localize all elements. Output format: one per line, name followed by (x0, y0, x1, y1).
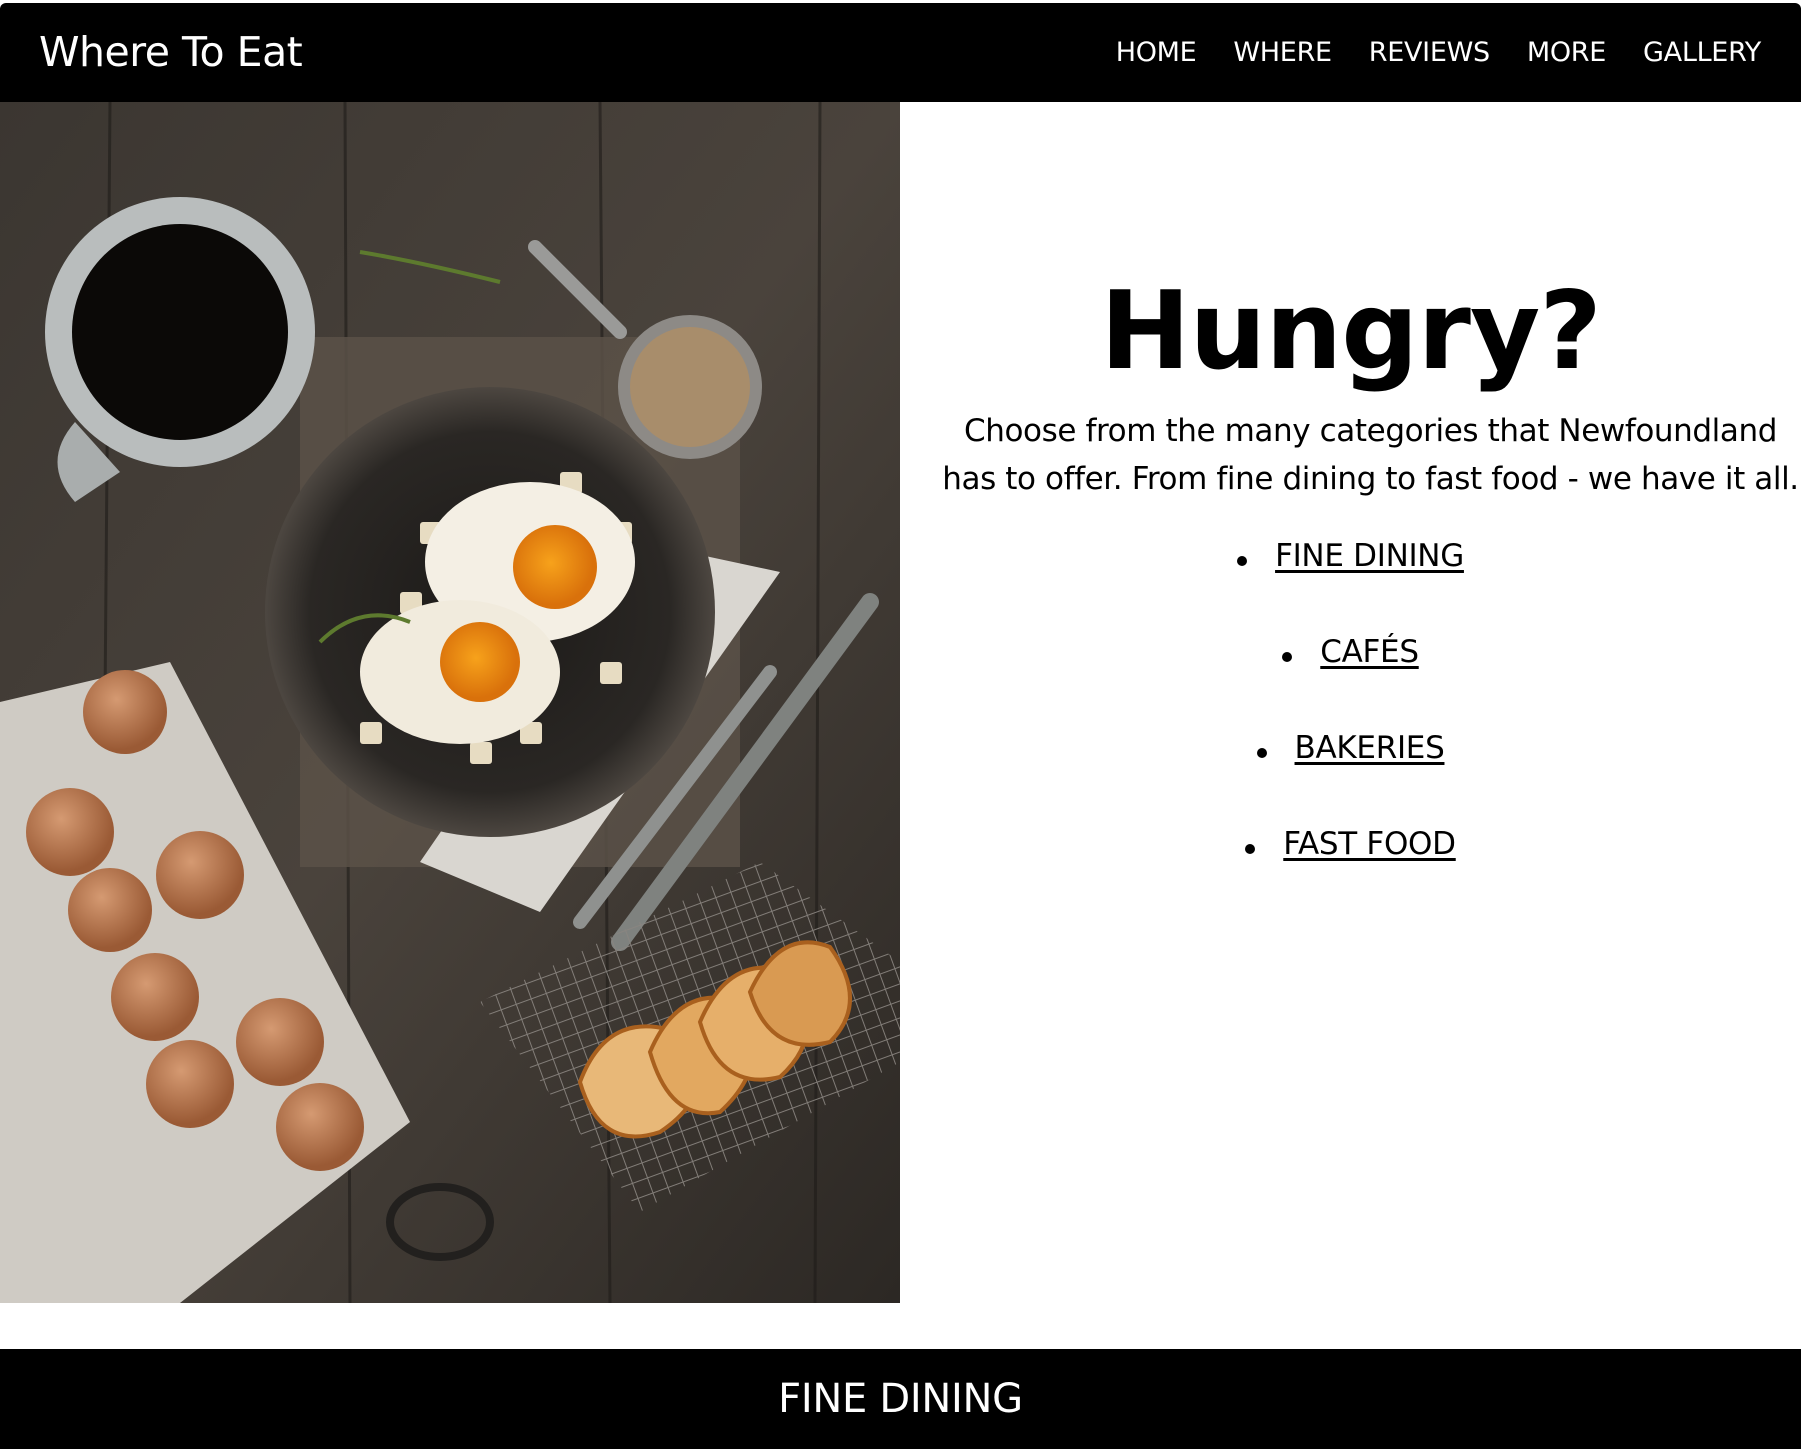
hero-breakfast-photo (0, 102, 900, 1303)
nav-link-where[interactable]: WHERE (1233, 37, 1332, 68)
category-link-fine-dining[interactable]: FINE DINING (1275, 538, 1464, 574)
section-title: FINE DINING (778, 1376, 1023, 1422)
category-list: FINE DINING CAFÉS BAKERIES FAST FOOD (900, 538, 1801, 922)
list-item: FINE DINING (900, 538, 1801, 634)
list-item: CAFÉS (900, 634, 1801, 730)
nav-link-home[interactable]: HOME (1116, 37, 1197, 68)
nav-link-more[interactable]: MORE (1527, 37, 1606, 68)
category-link-bakeries[interactable]: BAKERIES (1295, 730, 1445, 766)
top-navbar: Where To Eat HOME WHERE REVIEWS MORE GAL… (0, 3, 1801, 102)
list-item: FAST FOOD (900, 826, 1801, 922)
bullet-icon (1245, 844, 1256, 854)
nav-links: HOME WHERE REVIEWS MORE GALLERY (1079, 3, 1762, 102)
nav-link-reviews[interactable]: REVIEWS (1369, 37, 1490, 68)
bullet-icon (1237, 556, 1248, 566)
nav-link-gallery[interactable]: GALLERY (1643, 37, 1761, 68)
list-item: BAKERIES (900, 730, 1801, 826)
category-link-fast-food[interactable]: FAST FOOD (1283, 826, 1456, 862)
hero-content: Hungry? Choose from the many categories … (900, 102, 1801, 1303)
hero-description: Choose from the many categories that New… (942, 413, 1799, 497)
category-link-cafes[interactable]: CAFÉS (1320, 634, 1419, 670)
section-header-bar: FINE DINING (0, 1349, 1801, 1449)
hero-title: Hungry? (1100, 269, 1602, 394)
bullet-icon (1282, 652, 1293, 662)
site-brand[interactable]: Where To Eat (39, 3, 303, 102)
bullet-icon (1256, 748, 1267, 758)
